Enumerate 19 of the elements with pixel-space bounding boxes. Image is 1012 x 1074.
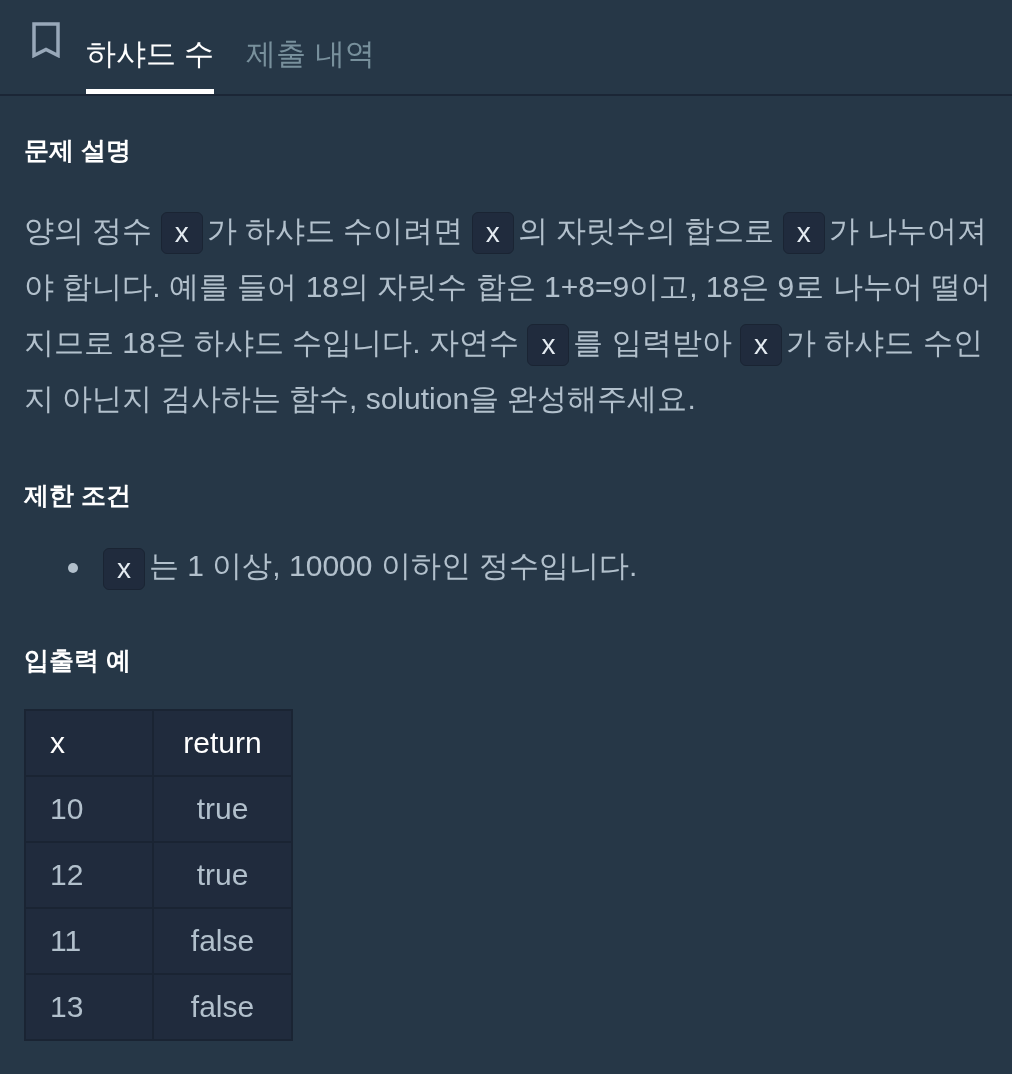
- table-cell: false: [153, 974, 292, 1040]
- table-cell: 12: [25, 842, 153, 908]
- bullet-icon: [68, 563, 78, 573]
- table-header-cell: x: [25, 710, 153, 776]
- bookmark-icon[interactable]: [32, 22, 60, 58]
- tab[interactable]: 제출 내역: [246, 0, 375, 94]
- table-cell: 13: [25, 974, 153, 1040]
- table-cell: true: [153, 842, 292, 908]
- section-heading: 제한 조건: [24, 480, 132, 511]
- table-cell: true: [153, 776, 292, 842]
- constraint-text: x 는 1 이상, 10000 이하인 정수입니다.: [103, 546, 638, 590]
- section-heading: 입출력 예: [24, 645, 132, 676]
- table-cell: false: [153, 908, 292, 974]
- tab[interactable]: 하샤드 수: [86, 0, 215, 94]
- table-cell: 10: [25, 776, 153, 842]
- table-cell: 11: [25, 908, 153, 974]
- problem-description: 양의 정수 x 가 하샤드 수이려면 x 의 자릿수의 합으로 x 가 나누어져야 합니다. 예를 들어 18의 자릿수 합은 1+8=9이고, 18은 9로 나누어 떨어지므로 18은 하샤드 수입니다. 자연수 x 를 입력받아 x 가 하샤드 수인지 아닌지 검사하는 함수, solution을 완성해주세요.: [24, 211, 992, 417]
- section-heading: 문제 설명: [24, 135, 132, 166]
- table-header-cell: return: [153, 710, 292, 776]
